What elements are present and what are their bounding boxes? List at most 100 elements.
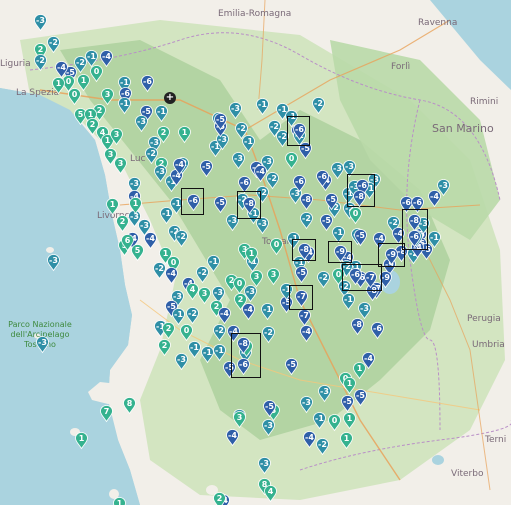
station-marker[interactable]: 0 [328,414,341,432]
station-marker[interactable]: -4 [165,267,178,285]
station-marker[interactable]: -1 [256,98,269,116]
station-marker[interactable]: -1 [172,308,185,326]
station-marker[interactable]: -3 [331,162,344,180]
station-marker[interactable]: 1 [113,497,126,505]
station-marker[interactable]: -6 [141,75,154,93]
station-marker[interactable]: -3 [318,385,331,403]
station-marker[interactable]: -2 [213,324,226,342]
station-marker[interactable]: -3 [47,254,60,272]
station-marker[interactable]: -4 [173,158,186,176]
highlighted-station-marker[interactable]: -8 [298,243,311,261]
station-marker[interactable]: -3 [36,336,49,354]
station-marker[interactable]: 2 [116,215,129,233]
station-marker[interactable]: 2 [158,339,171,357]
station-marker[interactable]: -5 [341,395,354,413]
station-marker[interactable]: 3 [114,157,127,175]
station-marker[interactable]: 3 [233,411,246,429]
station-marker[interactable]: -2 [262,326,275,344]
station-marker[interactable]: -2 [316,438,329,456]
map-canvas[interactable]: Emilia-Romagna Ravenna Forlì Rimini San Mari… [0,0,511,505]
station-marker[interactable]: 5 [131,244,144,262]
station-marker[interactable]: -4 [303,431,316,449]
station-marker[interactable]: 1 [129,197,142,215]
station-marker[interactable]: -2 [186,307,199,325]
station-marker[interactable]: 0 [90,65,103,83]
station-marker[interactable]: -5 [214,196,227,214]
highlighted-station-marker[interactable]: -6 [237,358,250,376]
station-marker[interactable]: -5 [200,160,213,178]
station-marker[interactable]: -3 [258,457,271,475]
station-marker[interactable]: -2 [34,54,47,72]
station-marker[interactable]: -2 [300,212,313,230]
highlighted-station-marker[interactable]: -8 [237,337,250,355]
station-marker[interactable]: -1 [118,97,131,115]
station-marker[interactable]: 1 [343,412,356,430]
station-marker[interactable]: -1 [207,255,220,273]
station-marker[interactable]: -6 [293,175,306,193]
station-marker[interactable]: 1 [52,77,65,95]
highlighted-station-marker[interactable]: -7 [295,290,308,308]
station-marker[interactable]: 3 [250,270,263,288]
station-marker[interactable]: -7 [298,309,311,327]
station-marker[interactable]: 7 [100,405,113,423]
station-marker[interactable]: -1 [155,105,168,123]
station-marker[interactable]: -3 [135,115,148,133]
station-marker[interactable]: 2 [213,492,226,505]
station-marker[interactable]: -3 [175,353,188,371]
station-marker[interactable]: -4 [226,429,239,447]
highlighted-station-marker[interactable]: -8 [243,197,256,215]
station-marker[interactable]: -2 [47,36,60,54]
station-marker[interactable]: -4 [300,325,313,343]
station-marker[interactable]: 1 [340,432,353,450]
station-marker[interactable]: -3 [154,165,167,183]
station-marker[interactable]: 2 [157,126,170,144]
station-marker[interactable]: 0 [349,207,362,225]
station-marker[interactable]: -3 [34,14,47,32]
highlighted-station-marker[interactable]: -9 [385,248,398,266]
station-marker[interactable]: -5 [325,193,338,211]
station-marker[interactable]: -3 [358,302,371,320]
station-marker[interactable]: -4 [144,232,157,250]
station-marker[interactable]: -2 [175,230,188,248]
station-marker[interactable]: 0 [285,152,298,170]
station-marker[interactable]: -1 [313,412,326,430]
station-marker[interactable]: -3 [256,217,269,235]
station-marker[interactable]: -8 [300,193,313,211]
station-marker[interactable]: -5 [285,358,298,376]
station-marker[interactable]: -6 [371,322,384,340]
station-marker[interactable]: 2 [234,293,247,311]
station-marker[interactable]: -5 [295,266,308,284]
station-marker[interactable]: -1 [342,293,355,311]
station-marker[interactable]: -3 [229,102,242,120]
crosshair-icon[interactable]: + [164,92,176,104]
station-marker[interactable]: -2 [312,97,325,115]
station-marker[interactable]: -1 [242,135,255,153]
station-marker[interactable]: -1 [213,344,226,362]
station-marker[interactable]: -4 [218,307,231,325]
station-marker[interactable]: -5 [214,113,227,131]
station-marker[interactable]: -3 [437,179,450,197]
highlighted-station-marker[interactable]: -6 [187,194,200,212]
highlighted-station-marker[interactable]: -7 [364,271,377,289]
station-marker[interactable]: -2 [317,271,330,289]
station-marker[interactable]: 3 [267,268,280,286]
highlighted-station-marker[interactable]: -6 [349,268,362,286]
highlighted-station-marker[interactable]: -8 [353,190,366,208]
station-marker[interactable]: 0 [270,238,283,256]
station-marker[interactable]: 4 [264,485,277,503]
station-marker[interactable]: -5 [354,389,367,407]
highlighted-station-marker[interactable]: -6 [293,123,306,141]
station-marker[interactable]: 8 [123,397,136,415]
station-marker[interactable]: 0 [180,324,193,342]
station-marker[interactable]: -5 [354,229,367,247]
station-marker[interactable]: 3 [101,88,114,106]
station-marker[interactable]: -6 [316,170,329,188]
station-marker[interactable]: -3 [232,152,245,170]
highlighted-station-marker[interactable]: -6 [408,230,421,248]
station-marker[interactable]: -1 [261,303,274,321]
station-marker[interactable]: 3 [110,128,123,146]
station-marker[interactable]: 0 [233,277,246,295]
station-marker[interactable]: -8 [351,318,364,336]
station-marker[interactable]: 1 [245,247,258,265]
station-marker[interactable]: 0 [68,88,81,106]
